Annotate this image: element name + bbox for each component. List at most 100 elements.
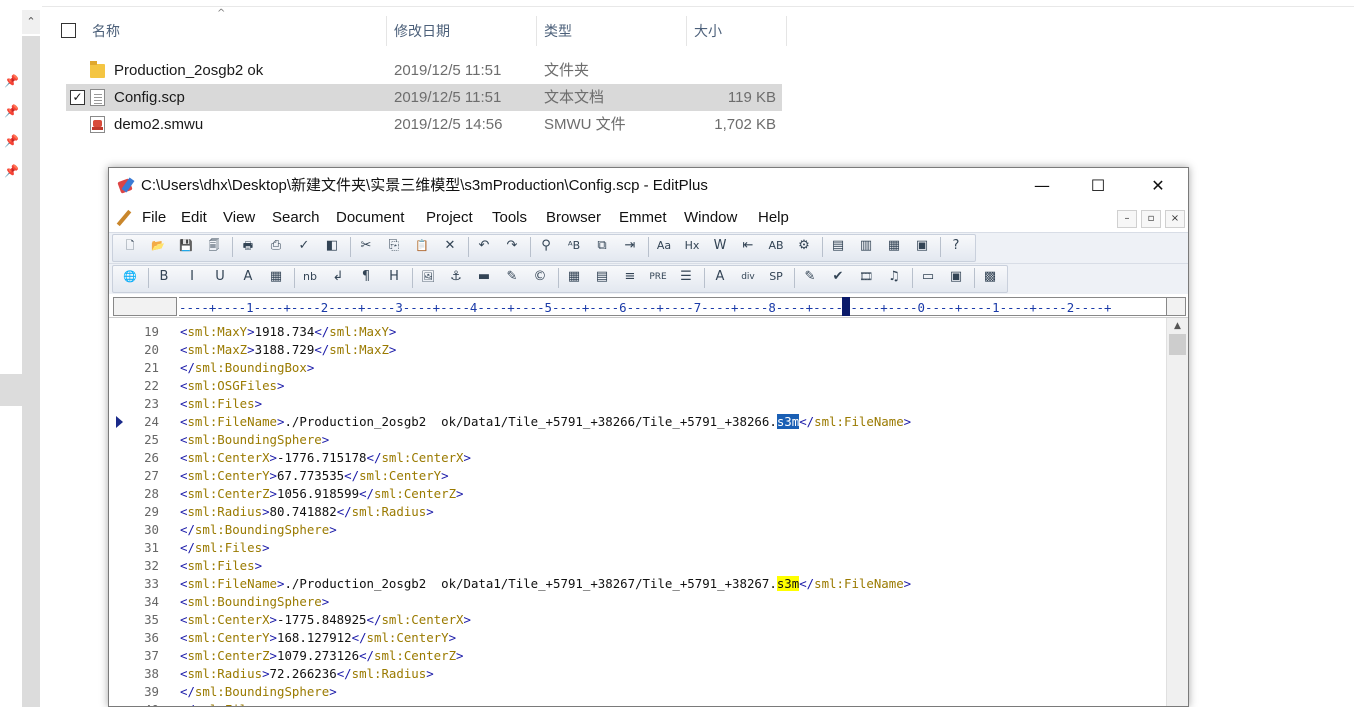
horizontal-rule-icon[interactable]: ▬ bbox=[473, 266, 495, 288]
paragraph-icon[interactable]: ¶ bbox=[355, 266, 377, 288]
menu-edit[interactable]: Edit bbox=[181, 204, 207, 232]
highlight-icon[interactable]: ✎ bbox=[501, 266, 523, 288]
menu-document[interactable]: Document bbox=[336, 204, 404, 232]
copyright-icon[interactable]: © bbox=[529, 266, 551, 288]
form-icon[interactable]: ▤ bbox=[591, 266, 613, 288]
column-header-size[interactable]: 大小 bbox=[686, 16, 786, 46]
editor-area[interactable]: ----+----1----+----2----+----3----+----4… bbox=[109, 296, 1188, 706]
list-icon[interactable]: ☰ bbox=[675, 266, 697, 288]
goto-line-icon[interactable]: ⇥ bbox=[619, 235, 641, 257]
open-file-icon[interactable]: 📂 bbox=[147, 235, 169, 257]
code-line[interactable]: 28 <sml:CenterZ>1056.918599</sml:CenterZ> bbox=[109, 485, 1166, 503]
browser-view-icon[interactable]: ◧ bbox=[321, 235, 343, 257]
code-line[interactable]: 21 </sml:BoundingBox> bbox=[109, 359, 1166, 377]
code-line[interactable]: 26 <sml:CenterX>-1776.715178</sml:CenterX… bbox=[109, 449, 1166, 467]
replace-icon[interactable]: ᴬB bbox=[563, 235, 585, 257]
nbsp-icon[interactable]: nb bbox=[299, 266, 321, 288]
row-checkbox[interactable]: ✓ bbox=[70, 90, 85, 105]
media-icon[interactable]: 🎞 bbox=[855, 266, 877, 288]
mdi-minimize-button[interactable]: – bbox=[1117, 210, 1137, 228]
text-tag-icon[interactable]: A bbox=[709, 266, 731, 288]
print-preview-icon[interactable]: 🖶 bbox=[237, 235, 259, 257]
redo-icon[interactable]: ↷ bbox=[501, 235, 523, 257]
edit-tag-icon[interactable]: ✎ bbox=[799, 266, 821, 288]
menu-tools[interactable]: Tools bbox=[492, 204, 527, 232]
anchor-icon[interactable]: ⚓ bbox=[445, 266, 467, 288]
file-row-selected[interactable]: ✓ Config.scp 2019/12/5 11:51 文本文档 119 KB bbox=[66, 84, 782, 111]
column-divider[interactable] bbox=[786, 16, 787, 46]
find-in-files-icon[interactable]: ⧉ bbox=[591, 235, 613, 257]
find-icon[interactable]: ⚲ bbox=[535, 235, 557, 257]
code-line[interactable]: 29 <sml:Radius>80.741882</sml:Radius> bbox=[109, 503, 1166, 521]
word-wrap-icon[interactable]: W bbox=[709, 235, 731, 257]
menu-browser[interactable]: Browser bbox=[546, 204, 601, 232]
font-color-icon[interactable]: A bbox=[237, 266, 259, 288]
heading-icon[interactable]: Hx bbox=[681, 235, 703, 257]
code-line[interactable]: 27 <sml:CenterY>67.773535</sml:CenterY> bbox=[109, 467, 1166, 485]
span-icon[interactable]: SP bbox=[765, 266, 787, 288]
document-pen-icon[interactable] bbox=[116, 210, 132, 226]
menu-help[interactable]: Help bbox=[758, 204, 789, 232]
undo-icon[interactable]: ↶ bbox=[473, 235, 495, 257]
code-line[interactable]: 33 <sml:FileName>./Production_2osgb2 ok/D… bbox=[109, 575, 1166, 593]
check-html-icon[interactable]: ✔ bbox=[827, 266, 849, 288]
code-line[interactable]: 31 </sml:Files> bbox=[109, 539, 1166, 557]
cut-icon[interactable]: ✂ bbox=[355, 235, 377, 257]
scroll-up-icon[interactable]: ⌃ bbox=[22, 10, 40, 34]
center-icon[interactable]: ≡ bbox=[619, 266, 641, 288]
code-line[interactable]: 32 <sml:Files> bbox=[109, 557, 1166, 575]
paste-icon[interactable]: 📋 bbox=[411, 235, 433, 257]
column-icon[interactable]: AB bbox=[765, 235, 787, 257]
code-line[interactable]: 19 <sml:MaxY>1918.734</sml:MaxY> bbox=[109, 323, 1166, 341]
code-line[interactable]: 38 <sml:Radius>72.266236</sml:Radius> bbox=[109, 665, 1166, 683]
maximize-button[interactable]: ☐ bbox=[1075, 168, 1121, 204]
font-icon[interactable]: Aa bbox=[653, 235, 675, 257]
code-line[interactable]: 22 <sml:OSGFiles> bbox=[109, 377, 1166, 395]
spell-check-icon[interactable]: ✓ bbox=[293, 235, 315, 257]
code-line[interactable]: 37 <sml:CenterZ>1079.273126</sml:CenterZ> bbox=[109, 647, 1166, 665]
pre-icon[interactable]: PRE bbox=[647, 266, 669, 288]
menu-search[interactable]: Search bbox=[272, 204, 320, 232]
underline-icon[interactable]: U bbox=[209, 266, 231, 288]
menu-project[interactable]: Project bbox=[426, 204, 473, 232]
palette-icon[interactable]: ▩ bbox=[979, 266, 1001, 288]
file-row[interactable]: Production_2osgb2 ok 2019/12/5 11:51 文件夹 bbox=[66, 57, 782, 84]
layout-icon[interactable]: ▣ bbox=[945, 266, 967, 288]
color-picker-icon[interactable]: ▦ bbox=[265, 266, 287, 288]
mdi-close-button[interactable]: × bbox=[1165, 210, 1185, 228]
code-line[interactable]: 40 </sml:Files> bbox=[109, 701, 1166, 706]
bold-icon[interactable]: B bbox=[153, 266, 175, 288]
music-icon[interactable]: ♫ bbox=[883, 266, 905, 288]
new-file-icon[interactable]: 🗋 bbox=[119, 235, 141, 257]
globe-icon[interactable]: 🌐 bbox=[119, 266, 141, 288]
indent-icon[interactable]: ⇤ bbox=[737, 235, 759, 257]
mdi-restore-button[interactable]: ▫ bbox=[1141, 210, 1161, 228]
code-line[interactable]: 20 <sml:MaxZ>3188.729</sml:MaxZ> bbox=[109, 341, 1166, 359]
output-window-icon[interactable]: ▣ bbox=[911, 235, 933, 257]
pin-icon[interactable]: 📌 bbox=[4, 104, 19, 118]
menu-window[interactable]: Window bbox=[684, 204, 737, 232]
select-all-checkbox[interactable] bbox=[61, 23, 76, 38]
pin-icon[interactable]: 📌 bbox=[4, 164, 19, 178]
copy-icon[interactable]: ⎘ bbox=[383, 235, 405, 257]
file-row[interactable]: demo2.smwu 2019/12/5 14:56 SMWU 文件 1,702… bbox=[66, 111, 782, 138]
heading-tag-icon[interactable]: H bbox=[383, 266, 405, 288]
pin-icon[interactable]: 📌 bbox=[4, 134, 19, 148]
save-all-icon[interactable]: 🗐 bbox=[203, 235, 225, 257]
code-lines[interactable]: 19 <sml:MaxY>1918.734</sml:MaxY> 20 <sml:Ma… bbox=[109, 323, 1166, 706]
code-line[interactable]: 25 <sml:BoundingSphere> bbox=[109, 431, 1166, 449]
delete-icon[interactable]: ✕ bbox=[439, 235, 461, 257]
settings-icon[interactable]: ⚙ bbox=[793, 235, 815, 257]
save-icon[interactable]: 💾 bbox=[175, 235, 197, 257]
pin-icon[interactable]: 📌 bbox=[4, 74, 19, 88]
ruler-icon[interactable]: ▤ bbox=[827, 235, 849, 257]
menu-emmet[interactable]: Emmet bbox=[619, 204, 667, 232]
title-bar[interactable]: C:\Users\dhx\Desktop\新建文件夹\实景三维模型\s3mPro… bbox=[109, 168, 1188, 204]
scrollbar-thumb[interactable] bbox=[1169, 334, 1186, 355]
code-line[interactable]: 34 <sml:BoundingSphere> bbox=[109, 593, 1166, 611]
scroll-up-arrow-icon[interactable]: ▲ bbox=[1167, 318, 1188, 335]
column-header-name[interactable]: 名称 bbox=[84, 16, 386, 46]
menu-file[interactable]: File bbox=[142, 204, 166, 232]
code-line[interactable]: 23 <sml:Files> bbox=[109, 395, 1166, 413]
minimize-button[interactable]: — bbox=[1019, 168, 1065, 204]
